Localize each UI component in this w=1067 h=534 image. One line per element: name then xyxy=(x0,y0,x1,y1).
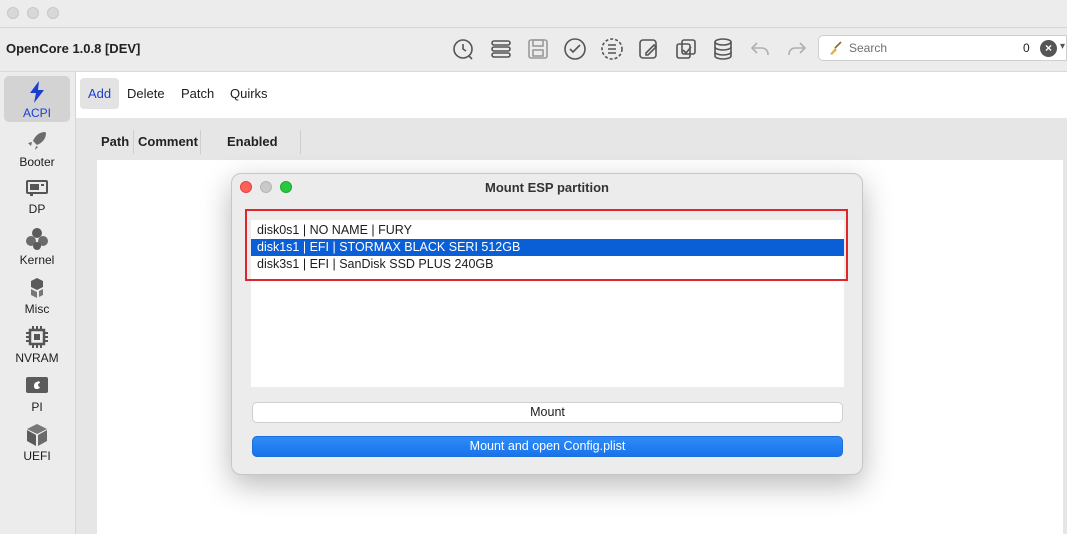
sidebar-item-label: Kernel xyxy=(19,253,55,267)
app-title: OpenCore 1.0.8 [DEV] xyxy=(6,41,141,56)
column-divider xyxy=(133,130,134,154)
column-divider xyxy=(300,130,301,154)
sidebar-item-label: DP xyxy=(28,202,46,216)
sidebar-item-kernel[interactable]: Kernel xyxy=(4,223,70,269)
chevron-down-icon[interactable]: ▾ xyxy=(1060,41,1065,52)
dialog-titlebar: Mount ESP partition xyxy=(232,174,862,202)
minimize-window-button[interactable] xyxy=(27,7,39,19)
annotation-highlight-box xyxy=(245,209,848,281)
sidebar-item-label: NVRAM xyxy=(15,351,59,365)
kernel-icon xyxy=(26,228,48,250)
tab-add[interactable]: Add xyxy=(80,78,120,109)
sidebar-item-label: ACPI xyxy=(22,106,51,120)
mount-and-open-config-button[interactable]: Mount and open Config.plist xyxy=(252,436,843,457)
sidebar-item-booter[interactable]: Booter xyxy=(4,125,70,171)
mount-button[interactable]: Mount xyxy=(252,402,843,423)
database-icon[interactable] xyxy=(710,36,736,62)
undo-icon[interactable] xyxy=(747,36,773,62)
save-icon[interactable] xyxy=(525,36,551,62)
dialog-title: Mount ESP partition xyxy=(485,180,609,195)
history-icon[interactable] xyxy=(451,36,477,62)
sidebar-item-dp[interactable]: DP xyxy=(4,172,70,218)
list-icon[interactable] xyxy=(488,36,514,62)
zoom-window-button[interactable] xyxy=(47,7,59,19)
sidebar-item-pi[interactable]: PI xyxy=(4,370,70,416)
search-input[interactable] xyxy=(849,40,999,56)
edit-icon[interactable] xyxy=(636,36,662,62)
clear-search-icon[interactable]: × xyxy=(1040,40,1057,57)
window-titlebar xyxy=(0,0,1067,28)
tab-quirks[interactable]: Quirks xyxy=(222,78,276,109)
tab-bar: Add Delete Patch Quirks xyxy=(76,72,1067,118)
search-broom-icon xyxy=(830,41,842,55)
redo-icon[interactable] xyxy=(784,36,810,62)
tab-delete[interactable]: Delete xyxy=(119,78,173,109)
misc-icon xyxy=(31,278,43,298)
column-header-enabled[interactable]: Enabled xyxy=(227,134,278,149)
tab-patch[interactable]: Patch xyxy=(173,78,222,109)
chip-icon xyxy=(26,326,48,348)
apple-icon xyxy=(26,377,48,393)
copy-icon[interactable] xyxy=(673,36,699,62)
sidebar-item-label: Booter xyxy=(19,155,55,169)
tree-list-icon[interactable] xyxy=(599,36,625,62)
checkmark-icon[interactable] xyxy=(562,36,588,62)
sidebar-item-nvram[interactable]: NVRAM xyxy=(4,321,70,367)
sidebar: ACPI Booter DP Kernel Misc NVRAM PI UEFI xyxy=(0,72,76,534)
sidebar-item-label: Misc xyxy=(24,302,50,316)
sidebar-item-label: PI xyxy=(31,400,43,414)
column-header-comment[interactable]: Comment xyxy=(138,134,198,149)
rocket-icon xyxy=(28,132,46,150)
sidebar-item-misc[interactable]: Misc xyxy=(4,272,70,318)
column-header-path[interactable]: Path xyxy=(101,134,129,149)
main-toolbar: OpenCore 1.0.8 [DEV] 0 × ▾ xyxy=(0,28,1067,72)
mount-esp-dialog: Mount ESP partition disk0s1 | NO NAME | … xyxy=(231,173,863,475)
sidebar-item-label: UEFI xyxy=(23,449,51,463)
sidebar-item-acpi[interactable]: ACPI xyxy=(4,76,70,122)
gpu-card-icon xyxy=(26,180,48,196)
column-divider xyxy=(200,130,201,154)
cube-icon xyxy=(27,424,47,446)
search-count: 0 xyxy=(1023,41,1030,55)
close-window-button[interactable] xyxy=(7,7,19,19)
sidebar-item-uefi[interactable]: UEFI xyxy=(4,419,70,465)
search-field[interactable]: 0 × ▾ xyxy=(818,35,1067,61)
acpi-icon xyxy=(30,81,44,103)
